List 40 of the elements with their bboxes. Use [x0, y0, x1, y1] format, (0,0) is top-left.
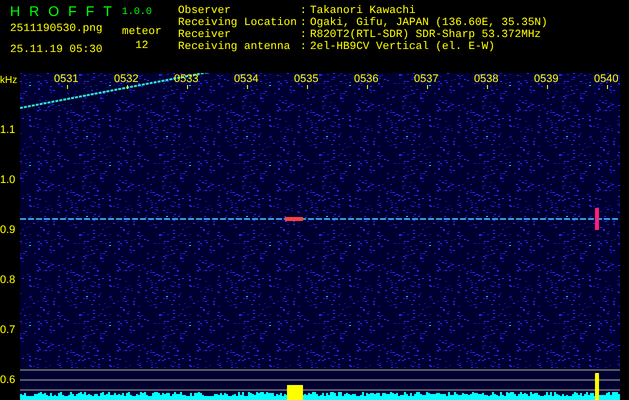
frequency-label: 0.9 — [0, 225, 16, 236]
info-value: 2el-HB9CV Vertical (el. E-W) — [310, 42, 495, 53]
version-label: 1.0.0 — [122, 7, 152, 18]
logo-letter: T — [103, 4, 112, 18]
logo-letter: F — [68, 4, 77, 18]
time-label: 0536 — [354, 74, 378, 85]
counter-value: 12 — [135, 41, 148, 52]
info-label: Observer — [178, 6, 232, 17]
info-value: Takanori Kawachi — [310, 6, 416, 17]
info-value: Ogaki, Gifu, JAPAN (136.60E, 35.35N) — [310, 18, 548, 29]
time-label: 0535 — [294, 74, 318, 85]
info-value: R820T2(RTL-SDR) SDR-Sharp 53.372MHz — [310, 30, 542, 41]
frequency-label: 0.7 — [0, 325, 16, 336]
frequency-label: 1.0 — [0, 175, 16, 186]
time-label: 0540 — [594, 74, 618, 85]
timestamp: 25.11.19 05:30 — [10, 45, 104, 56]
frequency-label: 0.6 — [0, 375, 16, 386]
info-separator: : — [300, 18, 308, 29]
info-label: Receiving Location — [178, 18, 298, 29]
time-label: 0531 — [54, 74, 78, 85]
frequency-label: 0.8 — [0, 275, 16, 286]
time-label: 0533 — [174, 74, 198, 85]
time-label: 0534 — [234, 74, 258, 85]
info-label: Receiving antenna — [178, 42, 292, 53]
info-label: Receiver — [178, 30, 232, 41]
info-separator: : — [300, 6, 308, 17]
logo-letter: F — [86, 4, 94, 18]
info-separator: : — [300, 30, 308, 41]
time-label: 0539 — [534, 74, 558, 85]
logo-letter: H — [10, 4, 20, 18]
time-label: 0537 — [414, 74, 438, 85]
counter-label: meteor — [122, 27, 162, 38]
logo-letter: O — [48, 4, 60, 18]
logo-letter: R — [29, 4, 40, 18]
time-label: 0532 — [114, 74, 138, 85]
file-name: 2511190530.png — [10, 24, 104, 35]
unit-label: kHz — [0, 75, 18, 86]
time-label: 0538 — [474, 74, 498, 85]
info-separator: : — [300, 42, 308, 53]
frequency-label: 1.1 — [0, 125, 16, 136]
